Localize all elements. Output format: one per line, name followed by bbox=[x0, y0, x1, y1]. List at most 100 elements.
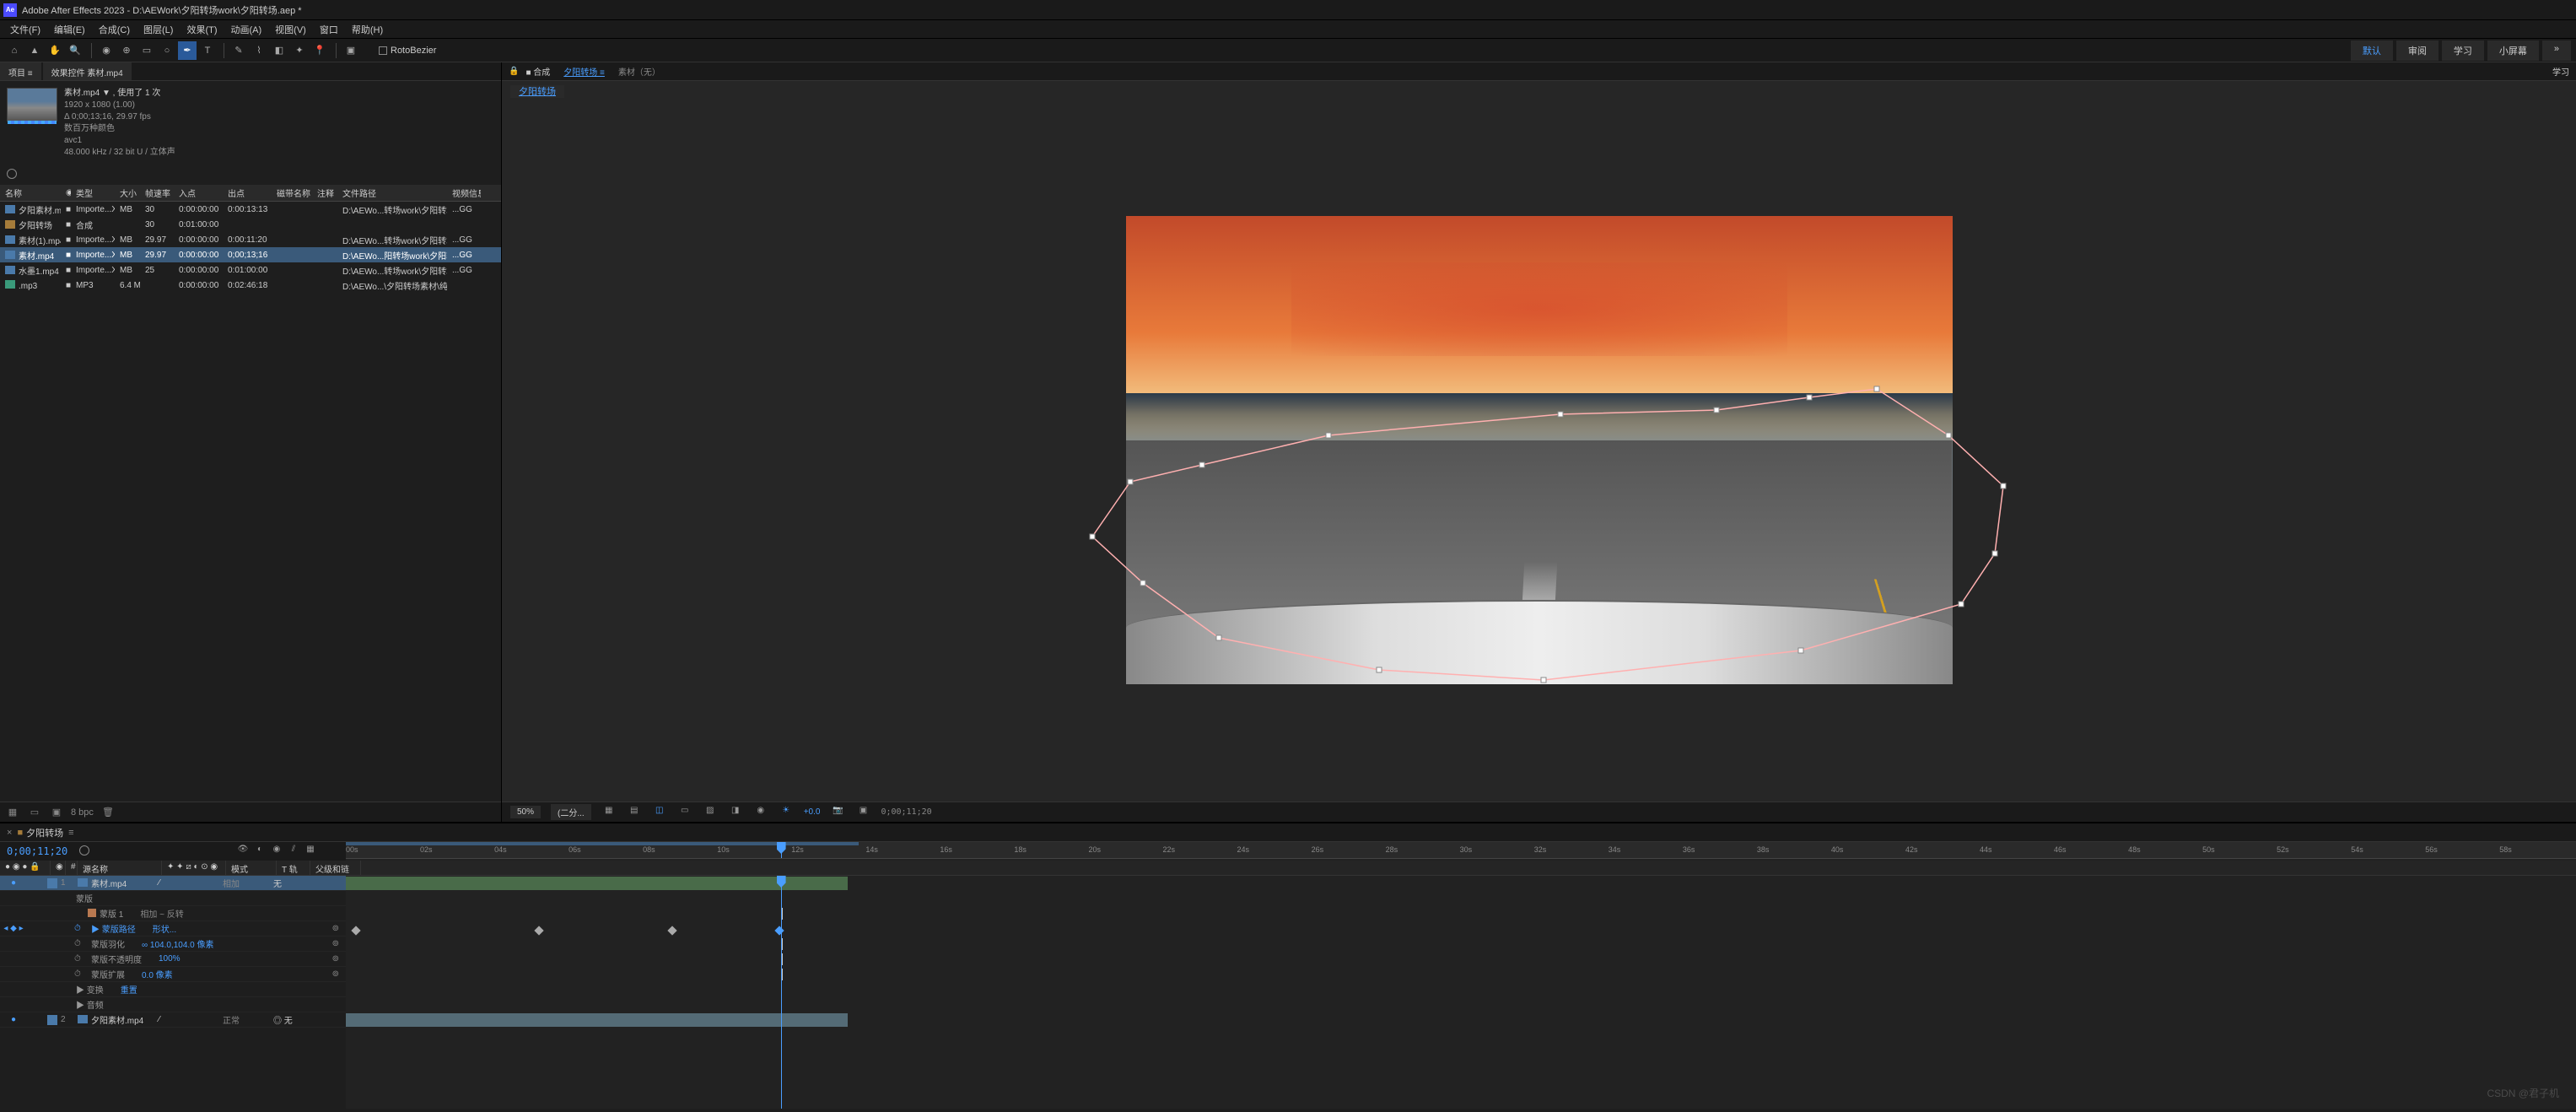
col-label[interactable]: ◉ bbox=[61, 188, 71, 197]
keyframe[interactable] bbox=[775, 926, 784, 935]
draft-3d-icon[interactable]: ▦ bbox=[304, 845, 317, 858]
switches[interactable]: ⁄ bbox=[159, 878, 223, 888]
3d-icon[interactable]: ◨ bbox=[728, 806, 743, 819]
ws-default[interactable]: 默认 bbox=[2351, 40, 2393, 61]
eye-icon[interactable]: ● bbox=[0, 878, 27, 888]
switches[interactable]: ⁄ bbox=[159, 1015, 223, 1024]
exposure-icon[interactable]: ☀ bbox=[779, 806, 794, 819]
bpc-label[interactable]: 8 bpc bbox=[71, 807, 94, 818]
audio-group[interactable]: ▶ 音频 bbox=[0, 997, 346, 1012]
fill-icon[interactable]: ▣ bbox=[342, 41, 360, 60]
keyframe[interactable] bbox=[668, 926, 677, 935]
mask-1-row[interactable]: 蒙版 1 相加 ~ 反转 bbox=[0, 906, 346, 921]
rect-tool[interactable]: ▭ bbox=[137, 41, 156, 60]
transform-group[interactable]: ▶ 变换 重置 bbox=[0, 982, 346, 997]
layer-row-1[interactable]: ● 1 素材.mp4 ⁄ 相加 无 bbox=[0, 876, 346, 891]
panel-menu-icon[interactable]: × bbox=[7, 828, 12, 838]
orbit-tool[interactable]: ◉ bbox=[97, 41, 116, 60]
layer-1-bar[interactable] bbox=[346, 877, 848, 890]
res-dropdown[interactable]: (二分... bbox=[551, 804, 591, 820]
col-type[interactable]: 类型 bbox=[71, 186, 115, 199]
ws-learn[interactable]: 学习 bbox=[2442, 40, 2484, 61]
grid-icon[interactable]: ▦ bbox=[601, 806, 617, 819]
col-track[interactable]: T 轨道 bbox=[277, 861, 310, 875]
blend-mode[interactable]: 正常 bbox=[223, 1013, 273, 1026]
eye-icon[interactable]: ● bbox=[0, 1015, 27, 1024]
layer-row-2[interactable]: ● 2 夕阳素材.mp4 ⁄ 正常 ◎ 无 bbox=[0, 1012, 346, 1028]
col-tape[interactable]: 磁带名称 bbox=[272, 186, 312, 199]
mask-invert[interactable]: 反转 bbox=[167, 910, 184, 920]
show-snapshot-icon[interactable]: ▣ bbox=[855, 806, 870, 819]
mask-prop-row[interactable]: ◂ ◆ ▸⏱▶ 蒙版路径形状...⊚ bbox=[0, 921, 346, 937]
ws-small[interactable]: 小屏幕 bbox=[2487, 40, 2539, 61]
project-item[interactable]: 夕阳素材.mp4■Importe...XMB300:00:00:000:00:1… bbox=[0, 202, 501, 217]
col-comment[interactable]: 注释 bbox=[312, 186, 337, 199]
interpret-btn[interactable]: ▦ bbox=[5, 805, 20, 820]
clone-tool[interactable]: ⌇ bbox=[250, 41, 268, 60]
graph-icon[interactable]: ⫽ bbox=[287, 845, 300, 858]
type-tool[interactable]: T bbox=[198, 41, 217, 60]
pickwhip-icon[interactable]: ⊚ bbox=[332, 939, 339, 948]
tab-menu-icon[interactable]: ≡ bbox=[68, 828, 73, 838]
col-parent[interactable]: 父级和链接 bbox=[310, 861, 361, 875]
playhead[interactable] bbox=[781, 842, 782, 858]
timeline-tracks[interactable] bbox=[346, 876, 2576, 1109]
tab-project[interactable]: 项目 ≡ bbox=[0, 62, 41, 80]
pickwhip-icon[interactable]: ⊚ bbox=[332, 924, 339, 933]
menu-layer[interactable]: 图层(L) bbox=[137, 23, 180, 36]
col-name[interactable]: 名称 bbox=[0, 186, 61, 199]
ws-more[interactable]: » bbox=[2542, 40, 2571, 61]
mask-prop-row[interactable]: ⏱蒙版不透明度100%⊚ bbox=[0, 952, 346, 967]
playhead-line[interactable] bbox=[781, 876, 782, 1109]
keyframe[interactable] bbox=[351, 926, 360, 935]
menu-help[interactable]: 帮助(H) bbox=[345, 23, 390, 36]
menu-view[interactable]: 视图(V) bbox=[268, 23, 313, 36]
comp-sub-link[interactable]: 夕阳转场 bbox=[510, 85, 564, 99]
guides-icon[interactable]: ▤ bbox=[627, 806, 642, 819]
eraser-tool[interactable]: ◧ bbox=[270, 41, 288, 60]
menu-window[interactable]: 窗口 bbox=[313, 23, 345, 36]
label-color[interactable] bbox=[47, 878, 57, 888]
layer-name[interactable]: 夕阳素材.mp4 bbox=[74, 1013, 159, 1026]
mask-name[interactable]: 蒙版 1 bbox=[100, 910, 123, 920]
stopwatch-icon[interactable]: ⏱ bbox=[74, 969, 86, 979]
brush-tool[interactable]: ✎ bbox=[229, 41, 248, 60]
channel-icon[interactable]: ◉ bbox=[753, 806, 768, 819]
pickwhip-icon[interactable]: ⊚ bbox=[332, 969, 339, 979]
project-item[interactable]: .mp3■MP36.4 MB0:00:00:000:02:46:18D:\AEW… bbox=[0, 278, 501, 293]
exposure-value[interactable]: +0.0 bbox=[804, 807, 821, 817]
transparency-icon[interactable]: ▨ bbox=[703, 806, 718, 819]
col-source[interactable]: 源名称 bbox=[78, 861, 162, 875]
roi-icon[interactable]: ▭ bbox=[677, 806, 693, 819]
timeline-comp-name[interactable]: 夕阳转场 bbox=[26, 826, 63, 839]
zoom-dropdown[interactable]: 50% bbox=[510, 806, 541, 818]
col-out[interactable]: 出点 bbox=[223, 186, 272, 199]
col-framerate[interactable]: 帧速率 bbox=[140, 186, 174, 199]
project-item[interactable]: 素材.mp4■Importe...XMB29.970:00:00:000;00;… bbox=[0, 247, 501, 262]
rotobezier-checkbox[interactable] bbox=[379, 46, 387, 55]
motion-blur-icon[interactable]: ◉ bbox=[270, 845, 283, 858]
project-item[interactable]: 夕阳转场■合成300:01:00:00 bbox=[0, 217, 501, 232]
stopwatch-icon[interactable]: ⏱ bbox=[74, 924, 86, 933]
blend-mode[interactable]: 相加 bbox=[223, 877, 273, 889]
project-search[interactable] bbox=[0, 165, 501, 185]
col-mode[interactable]: 模式 bbox=[226, 861, 277, 875]
roto-tool[interactable]: ✦ bbox=[290, 41, 309, 60]
keyframe[interactable] bbox=[534, 926, 543, 935]
matte-dd[interactable]: ◎ 无 bbox=[273, 1017, 293, 1026]
col-path[interactable]: 文件路径 bbox=[337, 186, 447, 199]
pen-tool[interactable]: ✒ bbox=[178, 41, 197, 60]
hand-tool[interactable]: ✋ bbox=[46, 41, 64, 60]
current-time[interactable]: 0;00;11;20 bbox=[7, 845, 67, 857]
menu-file[interactable]: 文件(F) bbox=[3, 23, 47, 36]
kf-nav[interactable]: ◂ ◆ ▸ bbox=[0, 924, 27, 933]
mask-color[interactable] bbox=[88, 909, 96, 917]
ellipse-tool[interactable]: ○ bbox=[158, 41, 176, 60]
col-in[interactable]: 入点 bbox=[174, 186, 223, 199]
new-comp-btn[interactable]: ▣ bbox=[49, 805, 64, 820]
menu-anim[interactable]: 动画(A) bbox=[224, 23, 269, 36]
folder-btn[interactable]: ▭ bbox=[27, 805, 42, 820]
pickwhip-icon[interactable]: ⊚ bbox=[332, 954, 339, 964]
layer-2-bar[interactable] bbox=[346, 1013, 848, 1027]
stopwatch-icon[interactable]: ⏱ bbox=[74, 939, 86, 948]
